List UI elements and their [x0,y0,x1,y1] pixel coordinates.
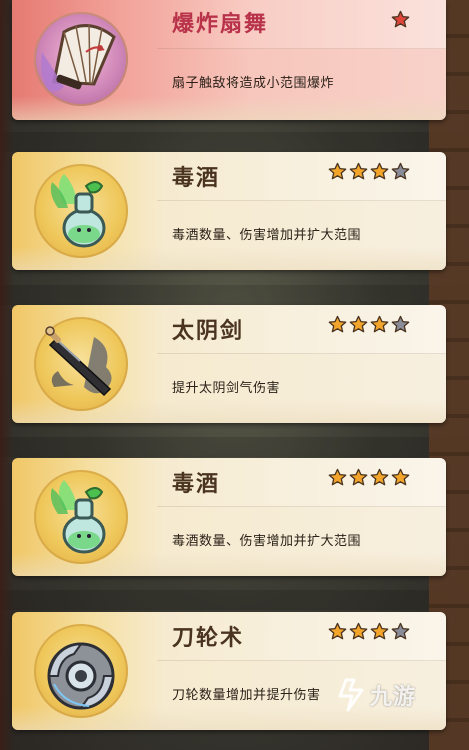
star-empty-icon [391,162,410,180]
skill-card-poison-wine[interactable]: 毒酒 毒酒数量、伤害增加并扩大范围 [12,152,446,270]
bg-band [0,132,469,152]
bg-band [0,437,469,457]
star-filled-icon [328,315,347,333]
star-empty-icon [391,622,410,640]
poison-wine-gourd-icon [34,164,128,258]
skill-title: 太阴剑 [172,318,245,344]
skill-description: 毒酒数量、伤害增加并扩大范围 [172,534,362,549]
star-rating [328,622,410,641]
skill-title: 刀轮术 [172,625,245,651]
watermark-text: 九游 [370,685,417,710]
blade-wheel-icon [34,624,128,718]
star-filled-icon [370,468,389,486]
skill-description: 提升太阴剑气伤害 [172,381,281,396]
star-filled-icon [370,315,389,333]
bg-band [0,590,469,610]
star-filled-icon [391,10,410,28]
skill-title: 毒酒 [172,165,221,191]
star-filled-icon [391,468,410,486]
skill-description: 刀轮数量增加并提升伤害 [172,688,321,703]
star-filled-icon [328,162,347,180]
skill-title: 毒酒 [172,471,221,497]
skill-title: 爆炸扇舞 [172,11,269,37]
star-rating [328,315,410,334]
star-filled-icon [328,468,347,486]
star-filled-icon [349,622,368,640]
star-rating [391,10,410,29]
poison-wine-gourd-icon [34,470,128,564]
star-filled-icon [328,622,347,640]
skill-card-poison-wine[interactable]: 毒酒 毒酒数量、伤害增加并扩大范围 [12,458,446,576]
skill-card-explosive-fan[interactable]: 爆炸扇舞 扇子触敌将造成小范围爆炸 [12,0,446,120]
sword-icon [34,317,128,411]
star-filled-icon [370,622,389,640]
folding-fan-icon [34,12,128,106]
star-filled-icon [349,468,368,486]
skill-card-blade-wheel[interactable]: 刀轮术 刀轮数量增加并提升伤害 [12,612,446,730]
skill-description: 扇子触敌将造成小范围爆炸 [172,76,335,91]
jiuyou-logo-icon [338,678,364,712]
star-filled-icon [349,315,368,333]
star-empty-icon [391,315,410,333]
skill-description: 毒酒数量、伤害增加并扩大范围 [172,228,362,243]
watermark: 九游 [336,678,416,712]
star-filled-icon [349,162,368,180]
skill-card-taiyin-sword[interactable]: 太阴剑 提升太阴剑气伤害 [12,305,446,423]
bg-band [0,285,469,305]
star-rating [328,162,410,181]
star-filled-icon [370,162,389,180]
star-rating [328,468,410,487]
